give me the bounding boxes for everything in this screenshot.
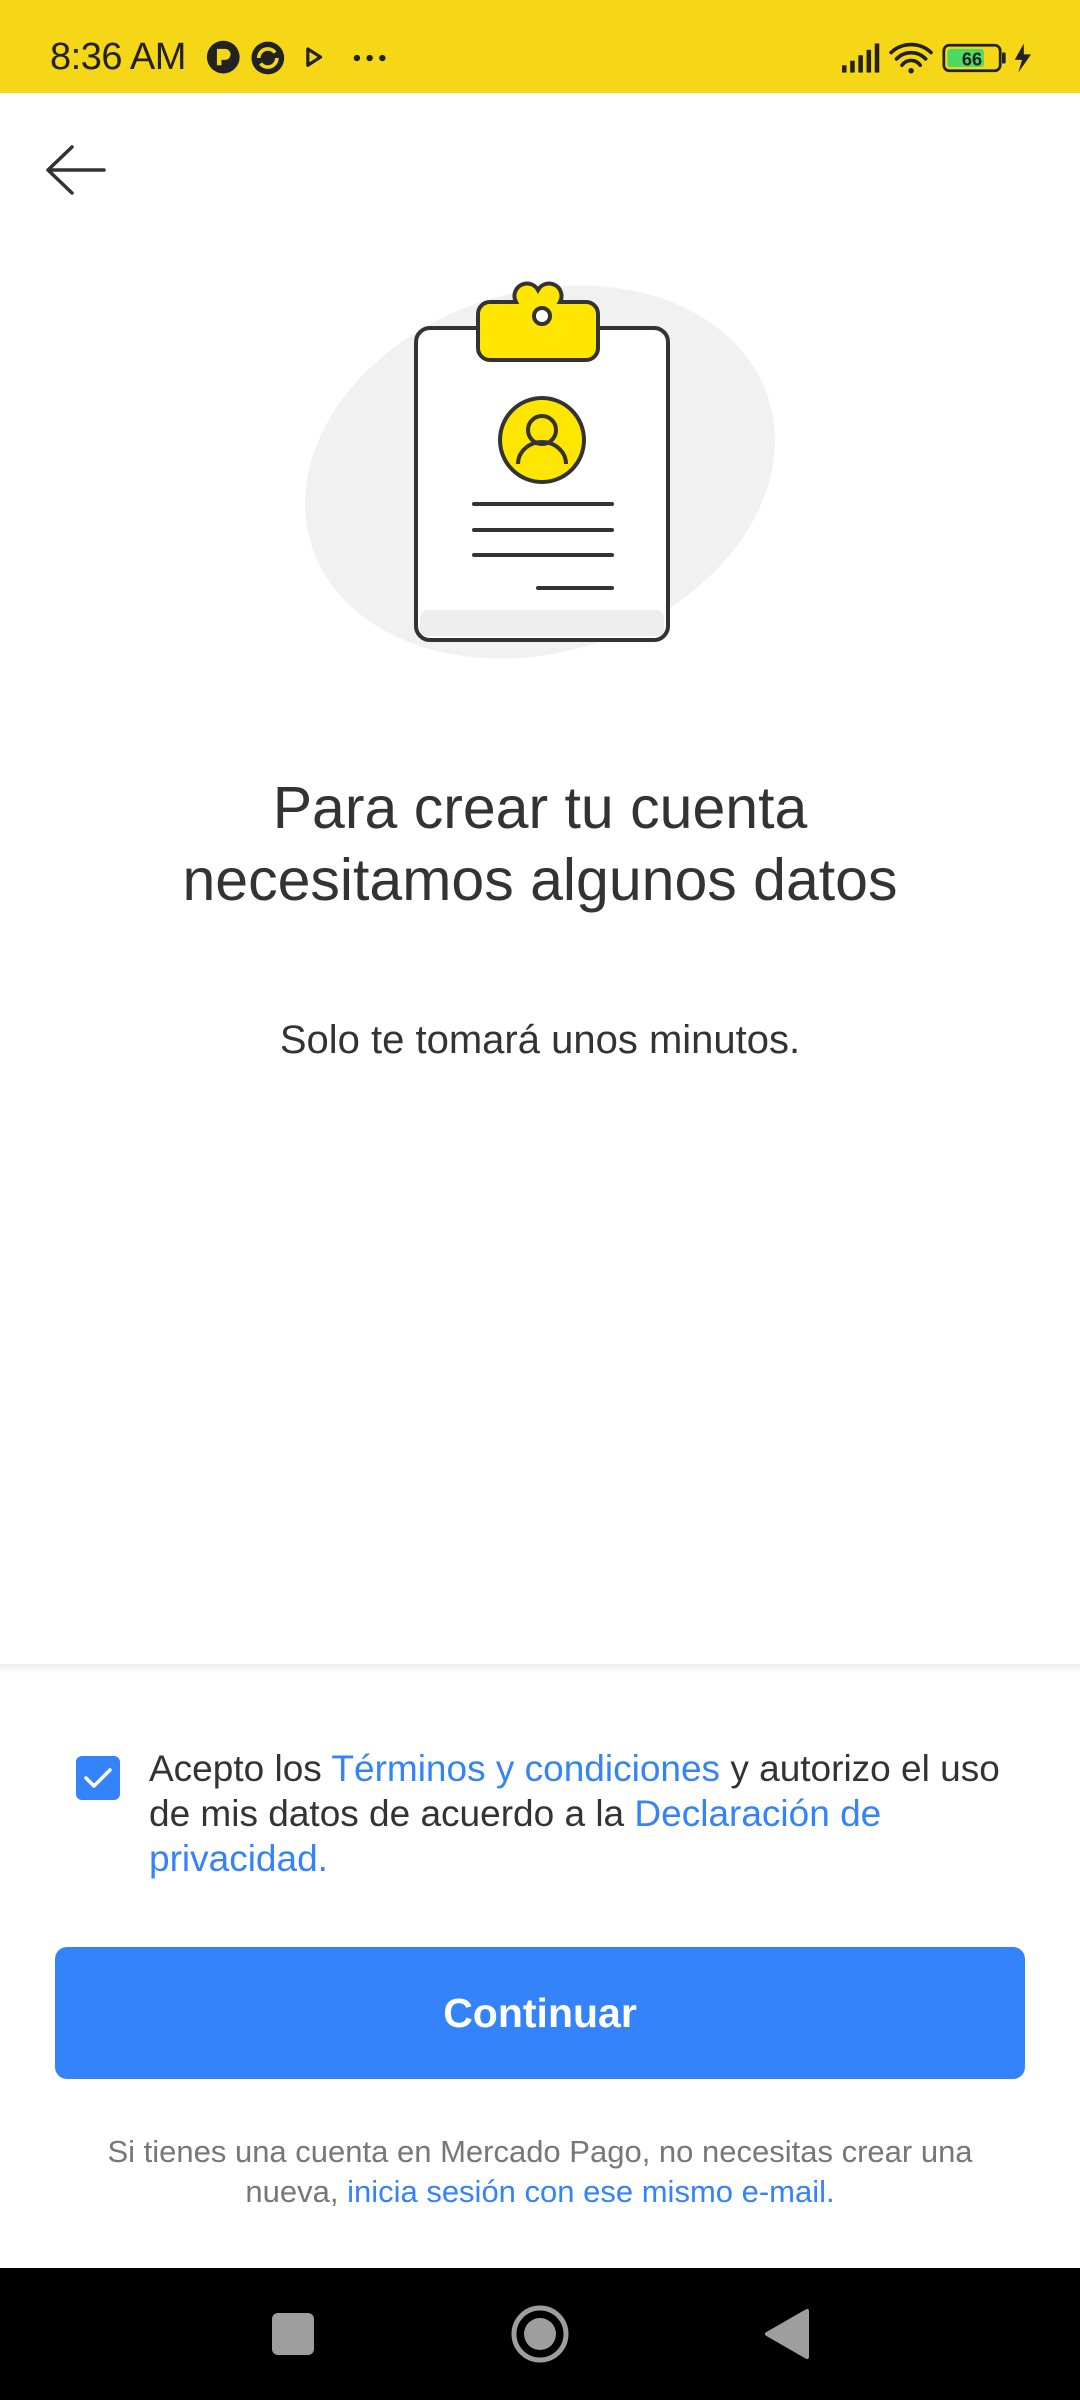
section-divider	[0, 1664, 1080, 1674]
clipboard-profile-illustration	[305, 281, 775, 659]
status-right-icons: 66	[842, 42, 1032, 74]
back-button[interactable]	[40, 134, 112, 206]
continue-button[interactable]: Continuar	[55, 1947, 1025, 2079]
battery-level: 66	[962, 49, 982, 69]
signal-icon	[842, 43, 880, 73]
home-button[interactable]	[480, 2268, 600, 2400]
page-title: Para crear tu cuenta necesitamos algunos…	[80, 772, 1000, 916]
terms-link[interactable]: Términos y condiciones	[331, 1748, 720, 1789]
circle-icon	[511, 2305, 569, 2363]
battery-icon: 66	[942, 43, 1006, 73]
notification-icon	[206, 40, 240, 74]
page-subtitle: Solo te tomará unos minutos.	[279, 1018, 801, 1062]
status-left-icons	[206, 40, 386, 75]
wifi-icon	[889, 42, 933, 74]
status-bar: 8:36 AM 66	[0, 0, 1080, 93]
triangle-back-icon	[765, 2309, 809, 2359]
login-link[interactable]: inicia sesión con ese mismo e-mail.	[347, 2174, 835, 2209]
terms-text-before: Acepto los	[149, 1748, 332, 1789]
terms-checkbox[interactable]	[76, 1756, 120, 1800]
arrow-left-icon	[46, 145, 106, 195]
status-time: 8:36 AM	[50, 36, 186, 78]
recents-button[interactable]	[233, 2268, 353, 2400]
footer-note: Si tienes una cuenta en Mercado Pago, no…	[60, 2132, 1020, 2212]
system-nav-bar	[0, 2268, 1080, 2400]
title-line-1: Para crear tu cuenta	[272, 775, 808, 841]
more-icon	[353, 54, 386, 62]
square-icon	[272, 2313, 314, 2355]
checkmark-icon	[84, 1768, 112, 1788]
sync-icon	[251, 41, 285, 75]
charging-icon	[1014, 43, 1032, 73]
terms-text: Acepto los Términos y condiciones y auto…	[149, 1746, 1009, 1881]
user-avatar-icon	[498, 396, 586, 484]
title-line-2: necesitamos algunos datos	[182, 847, 898, 913]
play-icon	[306, 47, 323, 67]
nav-back-button[interactable]	[727, 2268, 847, 2400]
